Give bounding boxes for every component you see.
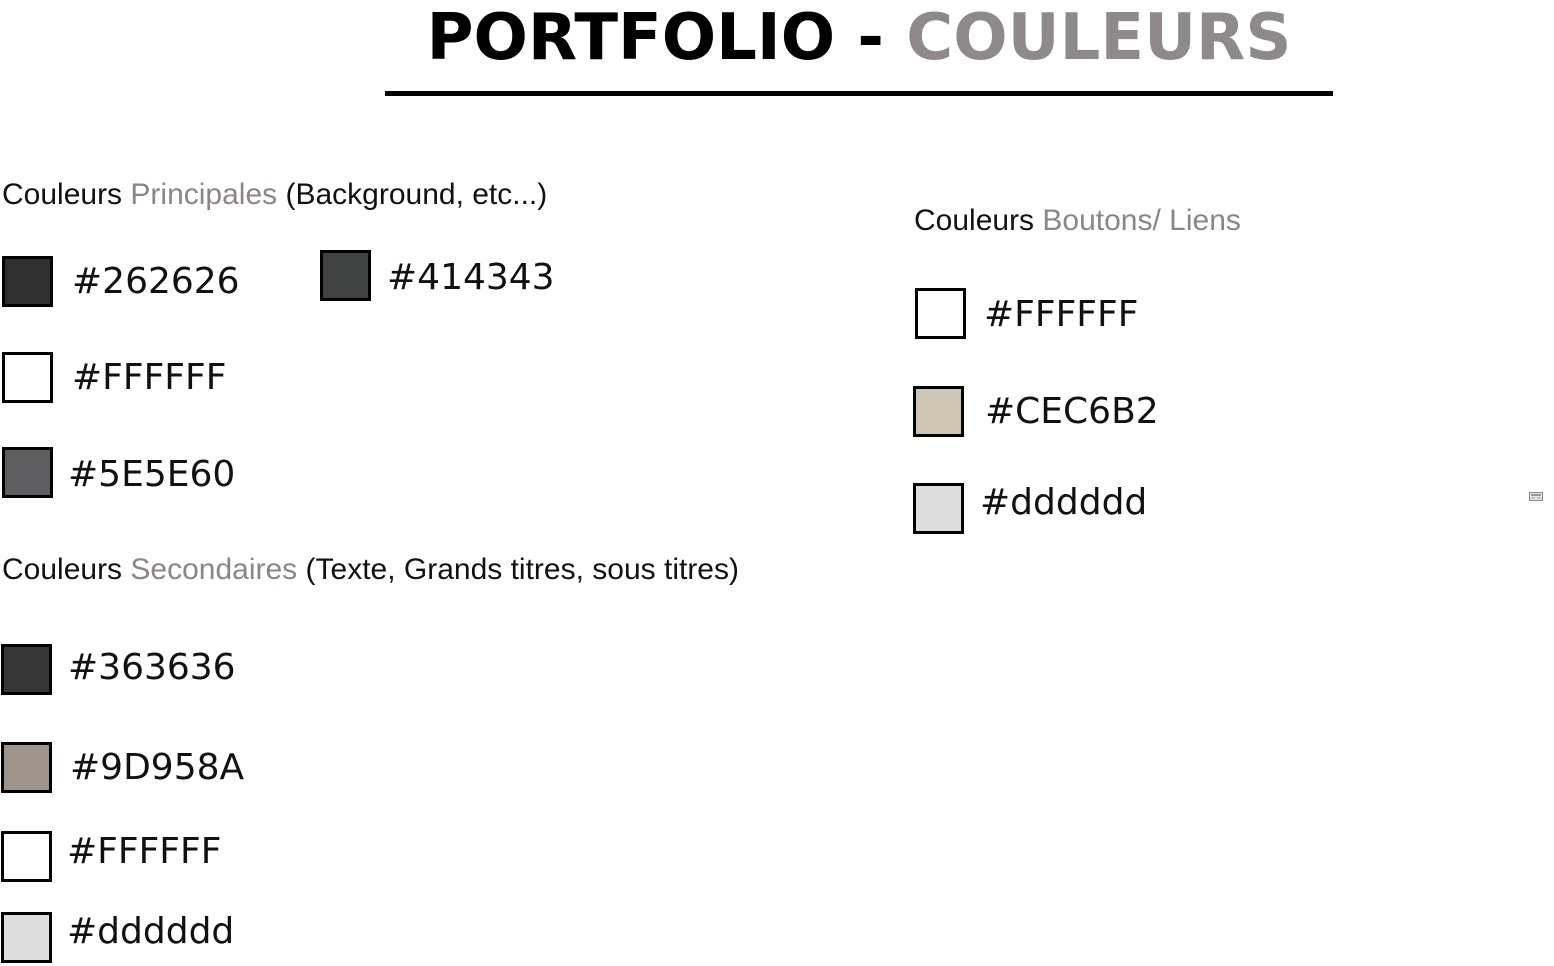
hex-secondaire-4: #dddddd bbox=[67, 911, 235, 952]
page-title-accent: COULEURS bbox=[906, 1, 1292, 75]
page-title-main: PORTFOLIO - bbox=[426, 1, 907, 75]
swatch-principale-4 bbox=[2, 447, 53, 498]
principales-heading-prefix: Couleurs bbox=[2, 178, 131, 211]
principales-heading-suffix: (Background, etc...) bbox=[277, 178, 548, 211]
hex-bouton-3: #dddddd bbox=[980, 482, 1148, 523]
hex-bouton-1: #FFFFFF bbox=[984, 294, 1139, 335]
swatch-principale-1 bbox=[2, 256, 53, 307]
boutons-heading-prefix: Couleurs bbox=[914, 204, 1043, 237]
principales-heading-accent: Principales bbox=[130, 178, 278, 211]
secondaires-heading: Couleurs Secondaires (Texte, Grands titr… bbox=[2, 552, 739, 588]
hex-principale-2: #414343 bbox=[387, 257, 555, 298]
hex-secondaire-2: #9D958A bbox=[70, 747, 245, 788]
secondaires-heading-accent: Secondaires bbox=[130, 553, 298, 586]
hex-principale-3: #FFFFFF bbox=[72, 357, 227, 398]
swatch-principale-2 bbox=[320, 250, 371, 301]
secondaires-heading-prefix: Couleurs bbox=[2, 553, 131, 586]
small-image-icon bbox=[1529, 492, 1543, 501]
hex-secondaire-3: #FFFFFF bbox=[67, 831, 222, 872]
title-underline bbox=[385, 91, 1333, 96]
page-title: PORTFOLIO - COULEURS bbox=[384, 0, 1334, 75]
swatch-secondaire-3 bbox=[1, 831, 52, 882]
hex-principale-1: #262626 bbox=[72, 261, 240, 302]
hex-bouton-2: #CEC6B2 bbox=[985, 391, 1159, 432]
swatch-secondaire-1 bbox=[1, 644, 52, 695]
hex-secondaire-1: #363636 bbox=[68, 647, 236, 688]
swatch-bouton-2 bbox=[913, 386, 964, 437]
boutons-heading: Couleurs Boutons/ Liens bbox=[914, 203, 1241, 239]
swatch-secondaire-2 bbox=[1, 742, 52, 793]
hex-principale-4: #5E5E60 bbox=[68, 454, 236, 495]
swatch-bouton-1 bbox=[915, 288, 966, 339]
secondaires-heading-suffix: (Texte, Grands titres, sous titres) bbox=[297, 553, 739, 586]
swatch-bouton-3 bbox=[913, 483, 964, 534]
boutons-heading-accent: Boutons/ Liens bbox=[1042, 204, 1241, 237]
swatch-secondaire-4 bbox=[1, 912, 52, 963]
swatch-principale-3 bbox=[2, 352, 53, 403]
principales-heading: Couleurs Principales (Background, etc...… bbox=[2, 177, 547, 213]
